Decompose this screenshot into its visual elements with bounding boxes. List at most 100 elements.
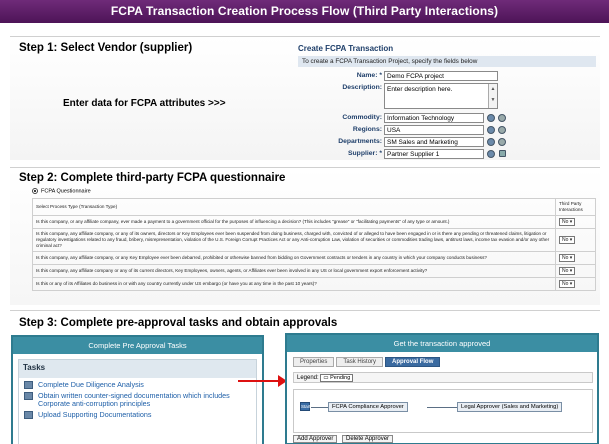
task-item[interactable]: Upload Supporting Documentations: [19, 408, 256, 419]
flow-connector: [427, 407, 457, 408]
approver-node-legal[interactable]: Legal Approver (Sales and Marketing): [457, 402, 563, 412]
approval-window: Get the transaction approved Properties …: [285, 333, 599, 444]
departments-label: Departments:: [338, 138, 382, 145]
radio-label: FCPA Questionnaire: [41, 188, 91, 195]
tab-properties[interactable]: Properties: [293, 357, 335, 367]
supplier-input[interactable]: Partner Supplier 1: [384, 149, 484, 159]
answer-value: No: [562, 237, 569, 243]
task-item[interactable]: Complete Due Diligence Analysis: [19, 378, 256, 389]
pre-approval-title: Complete Pre Approval Tasks: [13, 337, 262, 354]
flow-arrow-line: [238, 380, 280, 382]
departments-search-icon[interactable]: [487, 138, 495, 146]
regions-search-icon[interactable]: [487, 126, 495, 134]
task-icon: [24, 411, 33, 419]
name-label: Name: *: [356, 72, 382, 79]
tasks-header: Tasks: [19, 360, 256, 378]
table-row: Is this or any of its Affiliates do busi…: [32, 277, 596, 291]
commodity-clear-icon[interactable]: [498, 114, 506, 122]
questionnaire-radio[interactable]: FCPA Questionnaire: [32, 188, 91, 194]
create-transaction-form: Create FCPA Transaction To create a FCPA…: [298, 44, 596, 159]
regions-row: Regions: USA: [298, 125, 596, 135]
task-icon: [24, 392, 33, 400]
table-header-cell: Third Party Interactions: [555, 198, 596, 216]
table-row: Is this company, any affiliate company, …: [32, 251, 596, 265]
regions-input[interactable]: USA: [384, 125, 484, 135]
page-title: FCPA Transaction Creation Process Flow (…: [0, 0, 609, 23]
tab-task-history[interactable]: Task History: [336, 357, 384, 367]
commodity-label: Commodity:: [342, 114, 382, 121]
task-icon: [24, 381, 33, 389]
step3-panel: Step 3: Complete pre-approval tasks and …: [10, 310, 600, 444]
name-row: Name: * Demo FCPA project: [298, 71, 596, 81]
table-row: Is this company, any affiliate company o…: [32, 264, 596, 278]
question-cell: Is this company, any affiliate company o…: [32, 264, 556, 278]
question-cell: Is this company, or any affiliate compan…: [32, 215, 556, 229]
add-approver-button[interactable]: Add Approver: [293, 435, 338, 443]
legend-pending: ▭ Pending: [320, 374, 354, 382]
description-textarea[interactable]: Enter description here. ▲ ▼: [384, 83, 498, 109]
approver-buttons: Add Approver Delete Approver: [293, 435, 396, 443]
answer-value: No: [562, 219, 569, 225]
approval-title: Get the transaction approved: [287, 335, 597, 352]
legend-label: Legend:: [297, 375, 319, 381]
task-link[interactable]: Obtain written counter-signed documentat…: [38, 392, 251, 408]
step1-prompt: Enter data for FCPA attributes >>>: [63, 98, 226, 109]
task-link[interactable]: Upload Supporting Documentations: [38, 411, 151, 419]
answer-value: No: [562, 281, 569, 287]
answer-value: No: [562, 255, 569, 261]
flow-connector: [311, 407, 328, 408]
question-cell: Is this or any of its Affiliates do busi…: [32, 277, 556, 291]
step1-heading: Step 1: Select Vendor (supplier): [19, 42, 193, 54]
answer-value: No: [562, 268, 569, 274]
tasks-panel: Tasks Complete Due Diligence Analysis Ob…: [18, 359, 257, 444]
name-input[interactable]: Demo FCPA project: [384, 71, 498, 81]
approval-tabs: Properties Task History Approval Flow: [293, 357, 442, 367]
answer-select[interactable]: No ▾: [559, 236, 576, 244]
description-label: Description:: [342, 84, 382, 91]
radio-selected-icon: [32, 188, 38, 194]
answer-select[interactable]: No ▾: [559, 218, 576, 226]
answer-select[interactable]: No ▾: [559, 254, 576, 262]
task-link[interactable]: Complete Due Diligence Analysis: [38, 381, 144, 389]
textarea-scrollbar[interactable]: ▲ ▼: [488, 84, 497, 108]
departments-row: Departments: SM Sales and Marketing: [298, 137, 596, 147]
supplier-label: Supplier: *: [348, 150, 382, 157]
regions-label: Regions:: [352, 126, 382, 133]
questionnaire-table: Select Process Type (Transaction Type) T…: [32, 198, 596, 291]
supplier-info-icon[interactable]: [499, 150, 506, 157]
step1-panel: Step 1: Select Vendor (supplier) Enter d…: [10, 36, 600, 160]
approver-node-fcpa[interactable]: FCPA Compliance Approver: [328, 402, 408, 412]
form-subtitle: To create a FCPA Transaction Project, sp…: [298, 56, 596, 67]
question-cell: Is this company, any affiliate company, …: [32, 228, 556, 252]
answer-select[interactable]: No ▾: [559, 280, 576, 288]
answer-select[interactable]: No ▾: [559, 267, 576, 275]
table-row: Is this company, or any affiliate compan…: [32, 215, 596, 229]
supplier-row: Supplier: * Partner Supplier 1: [298, 149, 596, 159]
legend-pending-label: Pending: [330, 375, 351, 381]
page: FCPA Transaction Creation Process Flow (…: [0, 0, 609, 444]
commodity-row: Commodity: Information Technology: [298, 113, 596, 123]
start-node[interactable]: Start: [300, 402, 311, 411]
supplier-search-icon[interactable]: [487, 150, 495, 158]
table-header-row: Select Process Type (Transaction Type) T…: [32, 198, 596, 216]
table-row: Is this company, any affiliate company, …: [32, 228, 596, 252]
delete-approver-button[interactable]: Delete Approver: [342, 435, 394, 443]
departments-clear-icon[interactable]: [498, 138, 506, 146]
answer-cell: No ▾: [555, 251, 596, 265]
legend-bar: Legend: ▭ Pending: [293, 372, 593, 383]
answer-cell: No ▾: [555, 228, 596, 252]
form-title: Create FCPA Transaction: [298, 44, 394, 53]
departments-input[interactable]: SM Sales and Marketing: [384, 137, 484, 147]
approval-flow-diagram: Start FCPA Compliance Approver Legal App…: [293, 389, 593, 433]
step3-heading: Step 3: Complete pre-approval tasks and …: [19, 317, 338, 329]
commodity-input[interactable]: Information Technology: [384, 113, 484, 123]
answer-cell: No ▾: [555, 215, 596, 229]
question-cell: Is this company, any affiliate company, …: [32, 251, 556, 265]
table-header-cell: Select Process Type (Transaction Type): [32, 198, 556, 216]
task-item[interactable]: Obtain written counter-signed documentat…: [19, 389, 256, 408]
answer-cell: No ▾: [555, 277, 596, 291]
step2-panel: Step 2: Complete third-party FCPA questi…: [10, 167, 600, 305]
tab-approval-flow[interactable]: Approval Flow: [385, 357, 441, 367]
regions-clear-icon[interactable]: [498, 126, 506, 134]
commodity-search-icon[interactable]: [487, 114, 495, 122]
